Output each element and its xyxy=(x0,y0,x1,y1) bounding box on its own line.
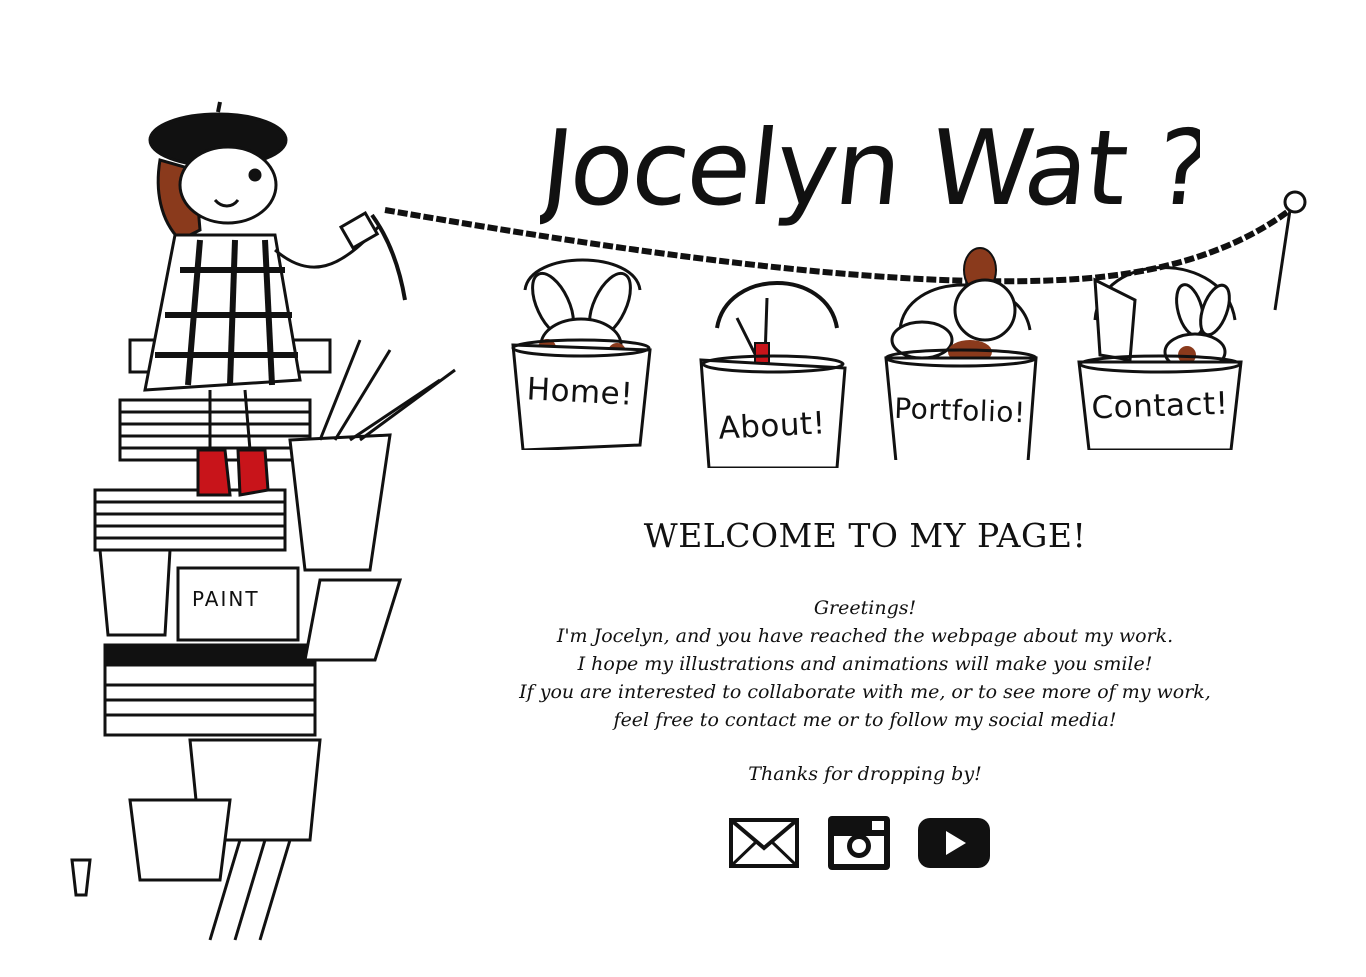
page: PAINT Jocelyn Wat ?! Home! About! Portfo… xyxy=(0,0,1366,977)
intro-text: Greetings! I'm Jocelyn, and you have rea… xyxy=(470,594,1260,734)
intro-line: I hope my illustrations and animations w… xyxy=(577,653,1153,675)
mail-icon xyxy=(729,818,799,868)
instagram-link[interactable] xyxy=(826,814,902,872)
intro-line: I'm Jocelyn, and you have reached the we… xyxy=(556,625,1174,647)
intro-line: Greetings! xyxy=(813,597,917,619)
nav-contact-label: Contact! xyxy=(1090,385,1230,427)
bucket-bunny-icon xyxy=(511,258,652,450)
youtube-icon xyxy=(918,818,990,868)
email-link[interactable] xyxy=(728,814,804,872)
nav-about-button[interactable]: About! xyxy=(697,268,847,468)
intro-line: feel free to contact me or to follow my … xyxy=(613,709,1117,731)
thanks-text: Thanks for dropping by! xyxy=(748,763,982,785)
intro-line: If you are interested to collaborate wit… xyxy=(519,681,1211,703)
social-links xyxy=(728,814,1008,874)
nav-portfolio-label: Portfolio! xyxy=(893,391,1027,430)
nav-contact-button[interactable]: Contact! xyxy=(1075,240,1245,450)
nav-portfolio-button[interactable]: Portfolio! xyxy=(880,240,1040,460)
youtube-link[interactable] xyxy=(916,814,992,872)
nav-home-button[interactable]: Home! xyxy=(505,250,655,450)
instagram-icon xyxy=(828,816,890,870)
paint-box-label: PAINT xyxy=(192,587,260,611)
page-title: WELCOME TO MY PAGE! xyxy=(643,516,1087,555)
